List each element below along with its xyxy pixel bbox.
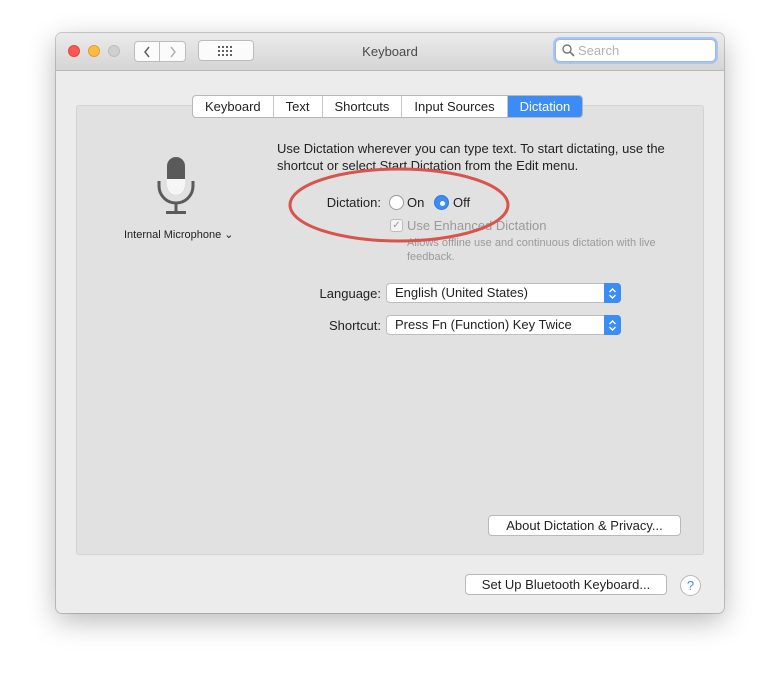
dictation-on-label[interactable]: On <box>407 195 424 210</box>
chevron-down-icon: ⌄ <box>224 229 234 241</box>
dictation-on-radio[interactable] <box>389 195 404 210</box>
setup-bluetooth-keyboard-button[interactable]: Set Up Bluetooth Keyboard... <box>465 574 667 595</box>
title-bar: Keyboard <box>56 33 724 71</box>
updown-arrows-icon <box>604 315 621 335</box>
dictation-off-label[interactable]: Off <box>453 195 470 210</box>
enhanced-dictation-description: Allows offline use and continuous dictat… <box>407 237 656 263</box>
enhanced-dictation-checkbox: ✓ <box>390 219 403 232</box>
shortcut-value: Press Fn (Function) Key Twice <box>395 317 572 332</box>
shortcut-label: Shortcut: <box>328 318 381 333</box>
tab-dictation[interactable]: Dictation <box>507 96 583 117</box>
tab-bar: Keyboard Text Shortcuts Input Sources Di… <box>192 95 584 118</box>
keyboard-preferences-window: Keyboard Keyboard Text Shortcuts Input S… <box>56 33 724 613</box>
dictation-off-radio[interactable] <box>434 195 449 210</box>
dictation-label: Dictation: <box>326 195 381 210</box>
tab-input-sources[interactable]: Input Sources <box>402 96 508 117</box>
tab-keyboard[interactable]: Keyboard <box>193 96 274 117</box>
about-dictation-privacy-button[interactable]: About Dictation & Privacy... <box>488 515 681 536</box>
language-select[interactable]: English (United States) <box>386 283 621 303</box>
language-value: English (United States) <box>395 285 528 300</box>
enhanced-dictation-label: Use Enhanced Dictation <box>407 218 547 233</box>
dictation-description: Use Dictation wherever you can type text… <box>277 141 665 173</box>
shortcut-select[interactable]: Press Fn (Function) Key Twice <box>386 315 621 335</box>
search-box[interactable] <box>555 39 716 62</box>
updown-arrows-icon <box>604 283 621 303</box>
tab-text[interactable]: Text <box>274 96 323 117</box>
tab-shortcuts[interactable]: Shortcuts <box>323 96 403 117</box>
search-icon <box>562 44 575 57</box>
microphone-icon <box>157 157 195 214</box>
microphone-selector[interactable]: Internal Microphone ⌄ <box>124 228 234 241</box>
microphone-label: Internal Microphone <box>124 229 222 241</box>
help-button[interactable]: ? <box>680 575 701 596</box>
search-input[interactable] <box>578 42 708 59</box>
language-label: Language: <box>319 286 381 301</box>
